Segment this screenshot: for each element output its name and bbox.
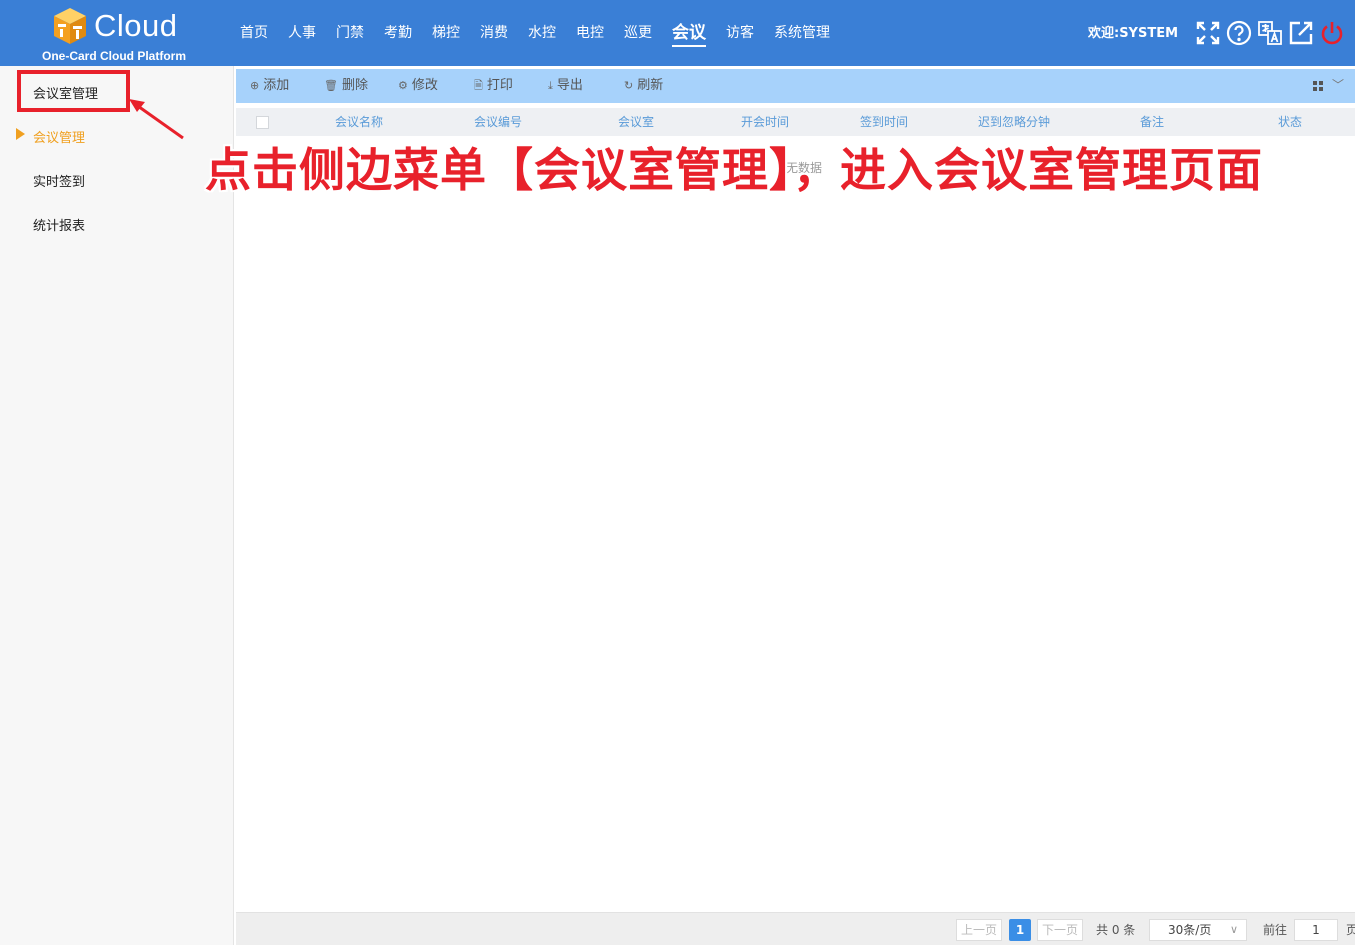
sidebar-item-statistics[interactable]: 统计报表 bbox=[33, 215, 85, 234]
goto-page-input[interactable] bbox=[1294, 919, 1338, 941]
sidebar-item-meeting-management[interactable]: 会议管理 bbox=[33, 127, 85, 146]
logo-text: Cloud bbox=[94, 8, 178, 43]
column-signin-time[interactable]: 签到时间 bbox=[860, 108, 908, 136]
power-icon[interactable] bbox=[1319, 20, 1345, 46]
table-header: 会议名称 会议编号 会议室 开会时间 签到时间 迟到忽略分钟 备注 状态 bbox=[236, 108, 1355, 136]
refresh-icon: ↻ bbox=[624, 79, 634, 92]
nav-attendance[interactable]: 考勤 bbox=[384, 0, 412, 66]
logo-subtitle: One-Card Cloud Platform bbox=[42, 49, 187, 63]
welcome-text: 欢迎:SYSTEM bbox=[1088, 26, 1179, 41]
refresh-button[interactable]: ↻ 刷新 bbox=[624, 69, 663, 103]
nav-patrol[interactable]: 巡更 bbox=[624, 0, 652, 66]
page-number-1[interactable]: 1 bbox=[1009, 919, 1031, 941]
download-icon: ⤓ bbox=[548, 79, 553, 92]
toolbar: ⊕ 添加 🗑 删除 ⚙ 修改 🗎 打印 ⤓ 导出 ↻ 刷新 ﹀ bbox=[236, 69, 1355, 103]
next-page-button[interactable]: 下一页 bbox=[1037, 919, 1083, 941]
nav-visitor[interactable]: 访客 bbox=[726, 0, 754, 66]
add-button[interactable]: ⊕ 添加 bbox=[250, 69, 289, 103]
column-remark[interactable]: 备注 bbox=[1140, 108, 1164, 136]
nav-water[interactable]: 水控 bbox=[528, 0, 556, 66]
logo-cube-icon bbox=[54, 8, 86, 44]
external-link-icon[interactable] bbox=[1288, 20, 1314, 46]
column-meeting-name[interactable]: 会议名称 bbox=[335, 108, 383, 136]
delete-button[interactable]: 🗑 删除 bbox=[324, 69, 368, 103]
help-icon[interactable] bbox=[1226, 20, 1252, 46]
pagination-bar: 上一页 1 下一页 共 0 条 30条/页 ∨ 前往 页 bbox=[236, 912, 1355, 945]
active-arrow-icon bbox=[16, 128, 25, 140]
document-icon: 🗎 bbox=[474, 79, 483, 92]
column-meeting-number[interactable]: 会议编号 bbox=[474, 108, 522, 136]
nav-system[interactable]: 系统管理 bbox=[774, 0, 830, 66]
select-all-checkbox[interactable] bbox=[256, 116, 269, 129]
nav-home[interactable]: 首页 bbox=[240, 0, 268, 66]
nav-electric[interactable]: 电控 bbox=[576, 0, 604, 66]
nav-hr[interactable]: 人事 bbox=[288, 0, 316, 66]
edit-button[interactable]: ⚙ 修改 bbox=[398, 69, 438, 103]
plus-circle-icon: ⊕ bbox=[250, 79, 260, 92]
annotation-arrow-icon bbox=[129, 99, 184, 140]
column-meeting-time[interactable]: 开会时间 bbox=[741, 108, 789, 136]
column-late-ignore-minutes[interactable]: 迟到忽略分钟 bbox=[978, 108, 1050, 136]
chevron-down-icon[interactable]: ﹀ bbox=[1332, 76, 1344, 93]
sidebar bbox=[0, 66, 234, 945]
logo[interactable]: Cloud One-Card Cloud Platform bbox=[40, 4, 190, 64]
annotation-text: 点击侧边菜单【会议室管理】，进入会议室管理页面 bbox=[205, 143, 1263, 197]
export-button[interactable]: ⤓ 导出 bbox=[548, 69, 583, 103]
sidebar-item-realtime-signin[interactable]: 实时签到 bbox=[33, 171, 85, 190]
nav-meeting[interactable]: 会议 bbox=[672, 0, 706, 66]
print-button[interactable]: 🗎 打印 bbox=[474, 69, 513, 103]
goto-label: 前往 bbox=[1263, 923, 1288, 937]
grid-view-icon[interactable] bbox=[1313, 81, 1324, 92]
nav-consumption[interactable]: 消费 bbox=[480, 0, 508, 66]
chevron-down-icon: ∨ bbox=[1229, 923, 1238, 936]
fullscreen-icon[interactable] bbox=[1195, 20, 1221, 46]
column-meeting-room[interactable]: 会议室 bbox=[618, 108, 654, 136]
main-nav: 首页 人事 门禁 考勤 梯控 消费 水控 电控 巡更 会议 访客 系统管理 bbox=[240, 0, 850, 66]
prev-page-button[interactable]: 上一页 bbox=[956, 919, 1002, 941]
page-suffix: 页 bbox=[1346, 923, 1355, 937]
nav-access[interactable]: 门禁 bbox=[336, 0, 364, 66]
translate-icon[interactable] bbox=[1257, 20, 1283, 46]
total-count: 共 0 条 bbox=[1096, 923, 1136, 937]
top-header: Cloud One-Card Cloud Platform 首页 人事 门禁 考… bbox=[0, 0, 1355, 66]
nav-elevator[interactable]: 梯控 bbox=[432, 0, 460, 66]
page-size-select[interactable]: 30条/页 ∨ bbox=[1149, 919, 1247, 941]
gear-icon: ⚙ bbox=[398, 79, 408, 92]
trash-icon: 🗑 bbox=[324, 79, 338, 92]
column-status[interactable]: 状态 bbox=[1278, 108, 1302, 136]
annotation-highlight-box bbox=[17, 70, 130, 112]
